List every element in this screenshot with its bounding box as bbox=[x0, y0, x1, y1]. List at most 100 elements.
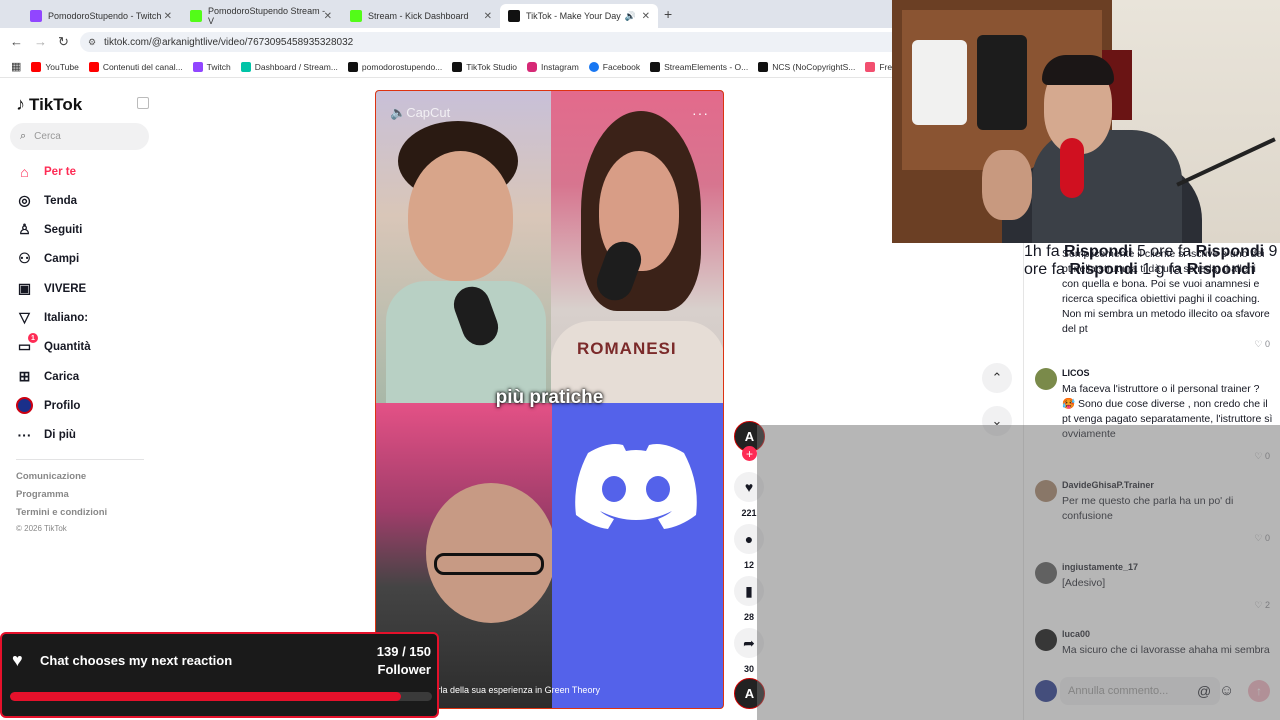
bookmark-streamelements[interactable]: StreamElements - O... bbox=[645, 61, 753, 72]
bookmark-freesound[interactable]: Freesou bbox=[860, 61, 892, 72]
chevron-up-icon: ⌃ bbox=[991, 370, 1003, 385]
sidebar-item-di-piu[interactable]: ··· Di più bbox=[16, 426, 76, 443]
shirt bbox=[977, 35, 1027, 130]
comment-icon: ● bbox=[734, 524, 764, 554]
goal-label: Follower bbox=[377, 662, 431, 677]
comment-input[interactable]: Annulla commento... bbox=[1060, 677, 1220, 705]
footer-link-comunicazione[interactable]: Comunicazione bbox=[16, 471, 86, 482]
tab-kick-stream[interactable]: PomodoroStupendo Stream - V ✕ bbox=[182, 4, 340, 28]
share-button[interactable]: ➦ 30 bbox=[734, 628, 764, 674]
comment-username[interactable]: LICOS bbox=[1062, 368, 1274, 378]
video-frame-top-left bbox=[376, 91, 551, 411]
previous-video-button[interactable]: ⌃ bbox=[982, 363, 1012, 393]
tab-twitch[interactable]: PomodoroStupendo - Twitch ✕ bbox=[22, 4, 180, 28]
bookmark-tiktok-studio[interactable]: TikTok Studio bbox=[447, 61, 522, 72]
bookmark-facebook[interactable]: Facebook bbox=[584, 61, 645, 72]
sidebar-item-tenda[interactable]: ◎ Tenda bbox=[16, 192, 77, 209]
save-count: 28 bbox=[743, 612, 754, 622]
speaker-icon[interactable]: 🔊 bbox=[625, 11, 636, 22]
tab-title: Stream - Kick Dashboard bbox=[368, 11, 469, 21]
comment-like-button[interactable]: ♡ 0 bbox=[1254, 339, 1270, 350]
like-count: 0 bbox=[1264, 339, 1270, 349]
footer-link-programma[interactable]: Programma bbox=[16, 489, 69, 500]
close-icon[interactable]: ✕ bbox=[484, 11, 492, 22]
tiktok-icon: ♪ bbox=[16, 94, 25, 114]
back-icon[interactable]: ← bbox=[10, 34, 23, 49]
avatar[interactable] bbox=[1035, 480, 1057, 502]
close-icon[interactable]: ✕ bbox=[164, 11, 172, 22]
tab-kick-dashboard[interactable]: Stream - Kick Dashboard ✕ bbox=[342, 4, 500, 28]
bookmark-ncs[interactable]: NCS (NoCopyrightS... bbox=[753, 61, 860, 72]
tab-tiktok[interactable]: TikTok - Make Your Day 🔊 ✕ bbox=[500, 4, 658, 28]
save-button[interactable]: ▮ 28 bbox=[734, 576, 764, 622]
collapse-sidebar-icon[interactable] bbox=[137, 97, 149, 109]
sidebar-item-campi[interactable]: ⚇ Campi bbox=[16, 250, 79, 267]
home-icon: ⌂ bbox=[20, 163, 29, 180]
sidebar-item-profilo[interactable]: Profilo bbox=[16, 397, 80, 414]
bookmark-label: Contenuti del canal... bbox=[102, 61, 183, 72]
heart-icon: ♥ bbox=[734, 472, 764, 502]
comment-placeholder: Annulla commento... bbox=[1068, 685, 1169, 697]
facebook-icon bbox=[588, 61, 599, 72]
avatar[interactable] bbox=[1035, 562, 1057, 584]
bookmark-youtube[interactable]: YouTube bbox=[26, 61, 83, 72]
bookmark-streamlabs[interactable]: Dashboard / Stream... bbox=[236, 61, 343, 72]
search-input[interactable]: ⌕ Cerca bbox=[10, 123, 149, 150]
video-player[interactable]: ROMANESI 🔈CapCut ··· più pratiche e parl… bbox=[375, 90, 724, 709]
follow-button[interactable]: + bbox=[742, 446, 757, 461]
avatar[interactable] bbox=[1035, 629, 1057, 651]
avatar[interactable] bbox=[1035, 368, 1057, 390]
footer-link-termini[interactable]: Termini e condizioni bbox=[16, 507, 107, 518]
sidebar-item-vivere[interactable]: ▣ VIVERE bbox=[16, 280, 86, 297]
logo-text: TikTok bbox=[29, 94, 83, 114]
comment-username[interactable]: luca00 bbox=[1062, 629, 1274, 639]
close-icon[interactable]: ✕ bbox=[324, 11, 332, 22]
chevron-down-icon: ⌄ bbox=[991, 413, 1003, 428]
search-icon: ⌕ bbox=[20, 130, 27, 142]
site-info-icon[interactable]: ⚙ bbox=[88, 37, 96, 48]
like-button[interactable]: ♥ 221 bbox=[734, 472, 764, 518]
sidebar-item-label: Campi bbox=[44, 252, 80, 265]
bookmark-youtube-studio[interactable]: Contenuti del canal... bbox=[84, 61, 188, 72]
comment-like-button[interactable]: ♡ 0 bbox=[1254, 451, 1270, 462]
tiktok-icon bbox=[452, 61, 463, 72]
sidebar-item-seguiti[interactable]: ♙ Seguiti bbox=[16, 221, 82, 238]
close-icon[interactable]: ✕ bbox=[642, 11, 650, 22]
bookmark-label: pomodorostupendo... bbox=[361, 61, 443, 72]
sidebar-item-italiano[interactable]: ▽ Italiano: bbox=[16, 309, 88, 326]
mention-icon[interactable]: @ bbox=[1197, 683, 1211, 699]
comment-username[interactable]: DavideGhisaP.Trainer bbox=[1062, 480, 1274, 490]
url-text: tiktok.com/@arkanightlive/video/76730954… bbox=[104, 36, 354, 48]
forward-icon[interactable]: → bbox=[34, 34, 47, 49]
bookmark-pomodoro[interactable]: pomodorostupendo... bbox=[343, 61, 447, 72]
more-options-icon[interactable]: ··· bbox=[692, 105, 709, 121]
send-button[interactable]: ↑ bbox=[1248, 680, 1270, 702]
comment-time: 1h fa bbox=[1024, 243, 1060, 260]
comment-like-button[interactable]: ♡ 0 bbox=[1254, 533, 1270, 544]
bookmark-label: TikTok Studio bbox=[466, 61, 517, 72]
search-placeholder: Cerca bbox=[34, 131, 61, 142]
bookmark-instagram[interactable]: Instagram bbox=[522, 61, 584, 72]
video-frame-top-right: ROMANESI bbox=[551, 91, 723, 411]
tiktok-logo[interactable]: ♪ TikTok bbox=[16, 94, 82, 115]
apps-icon[interactable]: ▦ bbox=[6, 60, 26, 73]
next-video-button[interactable]: ⌄ bbox=[982, 406, 1012, 436]
new-tab-button[interactable]: + bbox=[664, 6, 672, 22]
sidebar-item-label: Quantità bbox=[44, 340, 91, 353]
sidebar-item-carica[interactable]: ⊞ Carica bbox=[16, 368, 80, 385]
sidebar-item-per-te[interactable]: ⌂ Per te bbox=[16, 163, 76, 180]
comment-username[interactable]: ingiustamente_17 bbox=[1062, 562, 1274, 572]
tiktok-icon bbox=[347, 61, 358, 72]
freesound-icon bbox=[865, 61, 876, 72]
emoji-icon[interactable]: ☺ bbox=[1219, 682, 1234, 699]
sidebar-item-quantita[interactable]: ▭ 1 Quantità bbox=[16, 333, 91, 355]
speaker-icon[interactable]: 🔈 bbox=[390, 105, 406, 120]
url-field[interactable]: ⚙ tiktok.com/@arkanightlive/video/767309… bbox=[80, 32, 892, 52]
comment-like-button[interactable]: ♡ 2 bbox=[1254, 600, 1270, 611]
goal-progress-fill bbox=[10, 692, 402, 701]
bookmark-twitch[interactable]: Twitch bbox=[188, 61, 236, 72]
music-disc[interactable]: A bbox=[734, 678, 765, 709]
comment-button[interactable]: ● 12 bbox=[734, 524, 764, 570]
reload-icon[interactable]: ↻ bbox=[58, 34, 69, 50]
comment-text: Ma faceva l'istruttore o il personal tra… bbox=[1062, 383, 1273, 440]
